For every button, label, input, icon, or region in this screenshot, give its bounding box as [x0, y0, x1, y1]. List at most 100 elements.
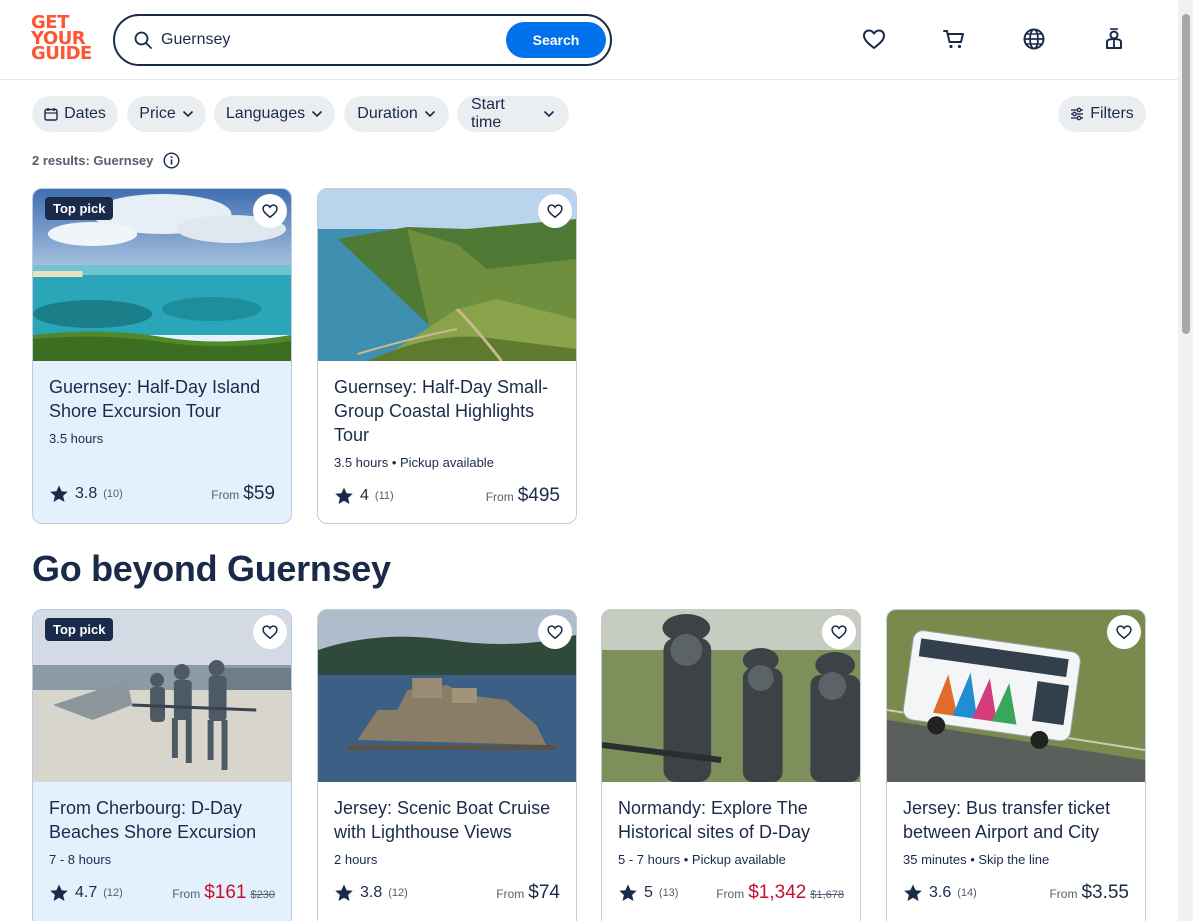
- activity-meta: 7 - 8 hours: [49, 852, 112, 867]
- activity-title[interactable]: From Cherbourg: D-Day Beaches Shore Excu…: [49, 796, 275, 844]
- search-bar: Search: [113, 14, 612, 66]
- chevron-down-icon: [424, 110, 435, 118]
- wishlist-button[interactable]: [822, 615, 856, 649]
- original-price: $230: [250, 889, 275, 901]
- star-icon: [50, 485, 68, 502]
- section-title: Go beyond Guernsey: [32, 548, 391, 589]
- activity-meta: 5 - 7 hours • Pickup available: [618, 852, 786, 867]
- rating: 3.8 (10): [49, 484, 123, 504]
- activity-image: [602, 610, 860, 782]
- wishlist-button[interactable]: [1107, 615, 1141, 649]
- search-input[interactable]: [161, 26, 491, 54]
- activity-title[interactable]: Jersey: Bus transfer ticket between Airp…: [903, 796, 1129, 844]
- activity-card[interactable]: Jersey: Scenic Boat Cruise with Lighthou…: [317, 609, 577, 921]
- activity-card[interactable]: Guernsey: Half-Day Small-Group Coastal H…: [317, 188, 577, 524]
- top-pick-badge: Top pick: [45, 618, 114, 641]
- results-text: 2 results: Guernsey: [32, 153, 154, 168]
- activity-image: Top pick: [33, 189, 291, 361]
- price: From $1,342 $1,678: [716, 882, 844, 904]
- heart-icon: [262, 625, 278, 640]
- card-body: Guernsey: Half-Day Island Shore Excursio…: [33, 361, 291, 446]
- activity-meta: 3.5 hours • Pickup available: [334, 455, 494, 470]
- star-icon: [335, 884, 353, 901]
- heart-icon: [831, 625, 847, 640]
- star-icon: [50, 884, 68, 901]
- chevron-down-icon: [182, 110, 193, 118]
- star-icon: [904, 884, 922, 901]
- card-body: Jersey: Bus transfer ticket between Airp…: [887, 782, 1145, 867]
- profile-icon[interactable]: [1101, 26, 1127, 52]
- duration-label: Duration: [357, 105, 418, 122]
- activity-image: [318, 610, 576, 782]
- page: GET YOUR GUIDE Search: [0, 0, 1193, 921]
- price-amount: $74: [528, 882, 560, 903]
- chevron-down-icon: [312, 110, 323, 118]
- languages-label: Languages: [225, 105, 306, 122]
- star-icon: [335, 487, 353, 504]
- activity-title[interactable]: Normandy: Explore The Historical sites o…: [618, 796, 844, 844]
- price-amount: $59: [243, 483, 275, 504]
- star-icon: [619, 884, 637, 901]
- sliders-icon: [1071, 107, 1084, 121]
- activity-card[interactable]: Top pick From Cherbourg: D-Day Beaches S…: [32, 609, 292, 921]
- header: GET YOUR GUIDE Search: [0, 0, 1178, 80]
- logo-line: GUIDE: [31, 43, 92, 64]
- languages-filter[interactable]: Languages: [214, 96, 335, 132]
- rating: 5 (13): [618, 883, 678, 903]
- globe-icon[interactable]: [1021, 26, 1047, 52]
- activity-title[interactable]: Jersey: Scenic Boat Cruise with Lighthou…: [334, 796, 560, 844]
- filters-label: Filters: [1090, 105, 1134, 122]
- activity-card[interactable]: Normandy: Explore The Historical sites o…: [601, 609, 861, 921]
- rating: 4.7 (12): [49, 883, 123, 903]
- rating-value: 4: [360, 487, 369, 504]
- filters-button[interactable]: Filters: [1058, 96, 1146, 132]
- info-icon[interactable]: [163, 152, 180, 169]
- activity-meta: 3.5 hours: [49, 431, 104, 446]
- card-footer: 3.8 (10) From $59: [49, 483, 275, 505]
- wishlist-button[interactable]: [538, 194, 572, 228]
- activity-title[interactable]: Guernsey: Half-Day Small-Group Coastal H…: [334, 375, 560, 447]
- price-label: Price: [139, 105, 176, 122]
- wishlist-button[interactable]: [253, 615, 287, 649]
- price: From $161 $230: [172, 882, 275, 904]
- search-button[interactable]: Search: [506, 22, 606, 58]
- original-price: $1,678: [810, 889, 844, 901]
- price: From $495: [486, 485, 560, 507]
- card-footer: 3.6 (14) From $3.55: [903, 882, 1129, 904]
- chevron-down-icon: [543, 110, 555, 118]
- wishlist-button[interactable]: [253, 194, 287, 228]
- review-count: (13): [658, 887, 679, 899]
- activity-meta: 35 minutes • Skip the line: [903, 852, 1050, 867]
- card-footer: 4.7 (12) From $161 $230: [49, 882, 275, 904]
- heart-icon: [547, 204, 563, 219]
- review-count: (12): [103, 887, 123, 899]
- dates-filter[interactable]: Dates: [32, 96, 118, 132]
- start-time-filter[interactable]: Start time: [457, 96, 569, 132]
- getyourguide-logo[interactable]: GET YOUR GUIDE: [31, 14, 92, 65]
- heart-icon: [547, 625, 563, 640]
- scrollbar-thumb[interactable]: [1182, 14, 1190, 334]
- activity-image: [318, 189, 576, 361]
- rating: 3.8 (12): [334, 883, 408, 903]
- calendar-icon: [44, 108, 58, 121]
- activity-card[interactable]: Jersey: Bus transfer ticket between Airp…: [886, 609, 1146, 921]
- activity-image: [887, 610, 1145, 782]
- activity-title[interactable]: Guernsey: Half-Day Island Shore Excursio…: [49, 375, 275, 423]
- heart-icon: [1116, 625, 1132, 640]
- price-filter[interactable]: Price: [127, 96, 206, 132]
- card-body: Normandy: Explore The Historical sites o…: [602, 782, 860, 867]
- rating-value: 3.6: [929, 884, 952, 901]
- card-footer: 5 (13) From $1,342 $1,678: [618, 882, 844, 904]
- heart-icon[interactable]: [861, 26, 887, 52]
- rating-value: 3.8: [75, 485, 98, 502]
- dates-label: Dates: [64, 105, 106, 122]
- heart-icon: [262, 204, 278, 219]
- price-prefix: From: [716, 887, 745, 901]
- cart-icon[interactable]: [941, 26, 967, 52]
- duration-filter[interactable]: Duration: [344, 96, 449, 132]
- activity-card[interactable]: Top pick Guernsey: Half-Day Island Shore…: [32, 188, 292, 524]
- wishlist-button[interactable]: [538, 615, 572, 649]
- coast-photo: [318, 189, 576, 361]
- rating-value: 5: [644, 884, 653, 901]
- review-count: (11): [374, 490, 394, 502]
